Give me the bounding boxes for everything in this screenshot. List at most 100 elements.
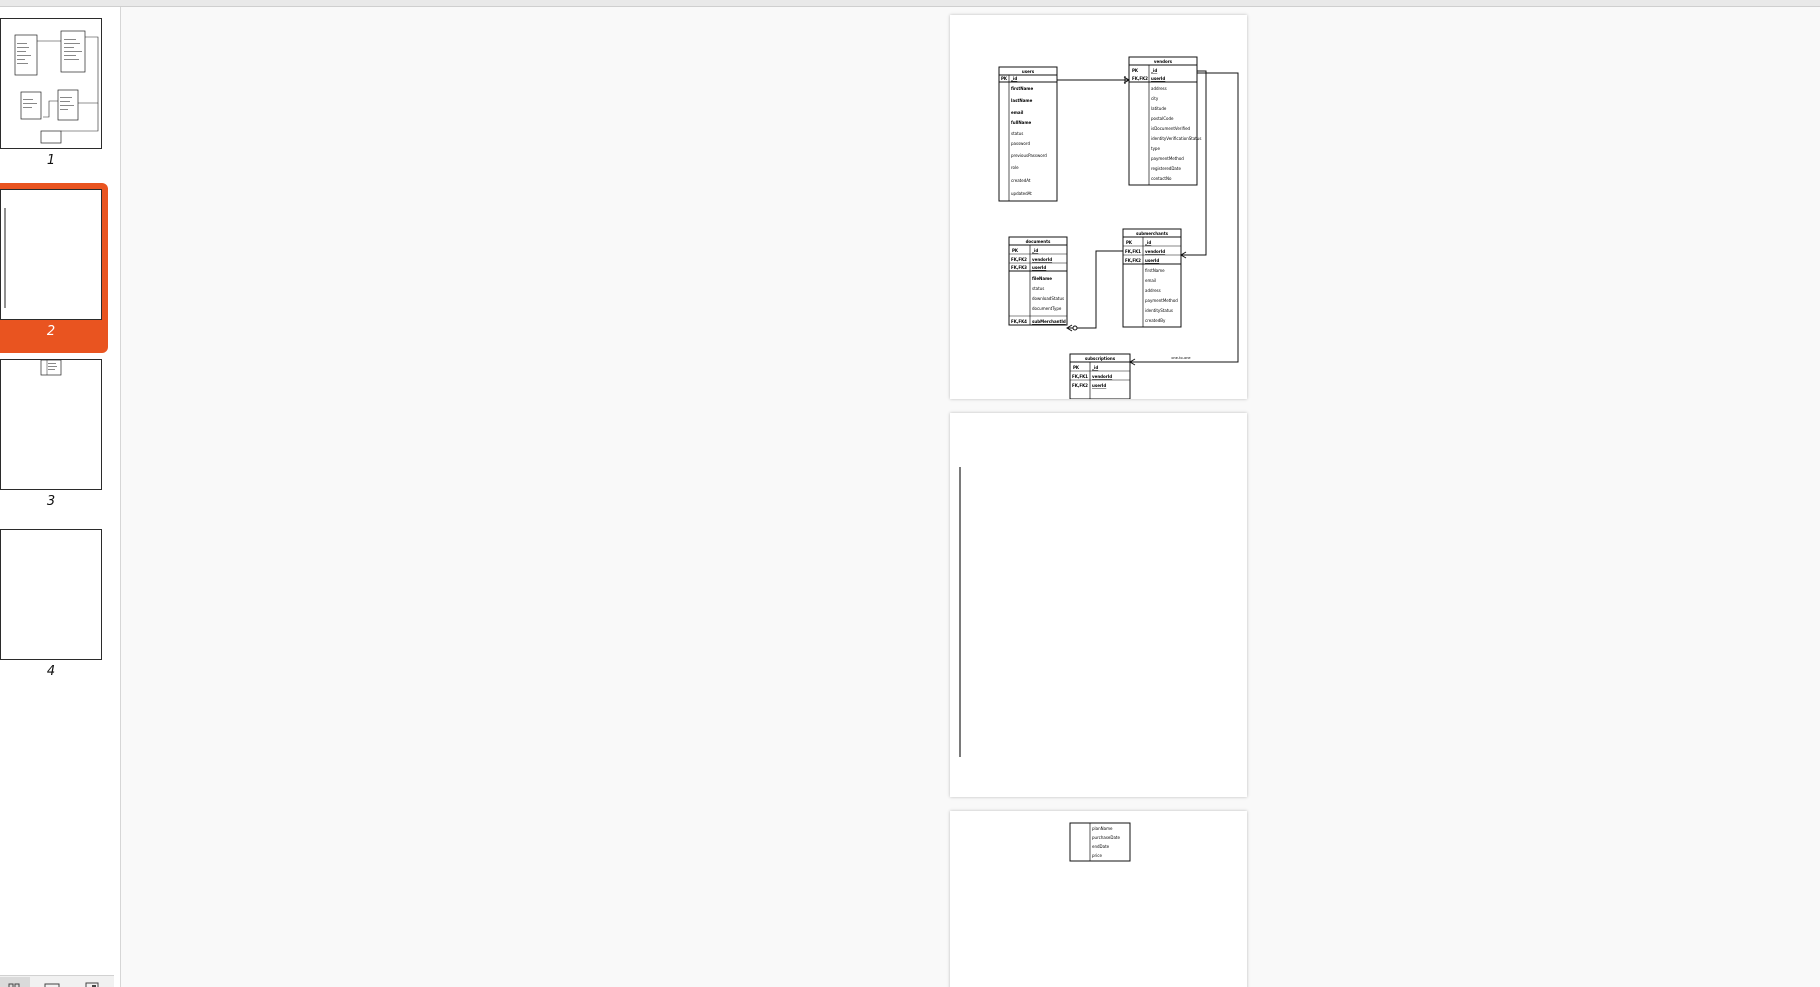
vendors-key-0: PK — [1132, 68, 1139, 73]
subscriptions-title: subscriptions — [1085, 356, 1116, 361]
submerchants-documents-optional-circle — [1072, 325, 1078, 331]
vendors-field-2: latitude — [1151, 106, 1167, 111]
users-title: users — [1022, 69, 1035, 74]
users-field-5: password — [1011, 141, 1030, 146]
documents-key-field-2: userId — [1032, 265, 1046, 270]
subscriptions-table-continued: planName purchaseDate endDate price — [1069, 822, 1131, 862]
users-field-2: email — [1011, 110, 1024, 115]
vendors-field-5: identityVerificationStatus — [1151, 136, 1201, 141]
thumbnail-2-preview — [4, 208, 6, 308]
documents-field-2: downloadStatus — [1032, 296, 1064, 301]
documents-field-3: documentType — [1032, 306, 1062, 311]
users-pk-field: _id — [1011, 76, 1017, 81]
documents-key-1: FK,FK2 — [1011, 257, 1027, 262]
submerchants-key-field-2: userId — [1145, 258, 1159, 263]
documents-table: documents PK _id FK,FK2 vendorId FK,FK3 … — [1008, 236, 1068, 326]
vendors-table: vendors PK _id FK,FK2 userId address cit… — [1128, 56, 1201, 186]
documents-key-field-1: vendorId — [1032, 257, 1052, 262]
title-bar-edge — [0, 0, 1820, 7]
vendors-field-4: isDocumentVerified — [1151, 126, 1191, 131]
vendors-field-7: paymentMethod — [1151, 156, 1184, 161]
users-field-8: createdAt — [1011, 178, 1031, 183]
grid-view-icon — [8, 983, 20, 987]
users-field-9: updatedAt — [1011, 191, 1032, 196]
subscriptions-field-2: endDate — [1092, 844, 1110, 849]
subscriptions-key-field-2: userId — [1092, 383, 1106, 388]
submerchants-field-2: address — [1145, 288, 1161, 293]
thumbnail-label-3: 3 — [46, 494, 56, 509]
documents-fk-field: subMerchantId — [1032, 319, 1066, 324]
vendors-key-1: FK,FK2 — [1132, 76, 1148, 81]
subscriptions-key-0: PK — [1073, 365, 1080, 370]
users-field-4: status — [1011, 131, 1023, 136]
thumbnail-1-diagram-preview — [14, 30, 99, 144]
subscriptions-field-1: purchaseDate — [1092, 835, 1120, 840]
vendors-field-3: postalCode — [1151, 116, 1174, 121]
fit-page-button[interactable] — [77, 977, 107, 987]
vendors-field-9: contactNo — [1151, 176, 1172, 181]
thumbnail-page-1[interactable] — [0, 18, 102, 149]
submerchants-key-field-0: _id — [1145, 240, 1151, 245]
submerchants-field-0: firstName — [1145, 268, 1165, 273]
page-viewer[interactable]: users PK _id firstName lastName email fu… — [121, 7, 1820, 987]
submerchants-documents-relation — [1067, 250, 1123, 329]
er-diagram: users PK _id firstName lastName email fu… — [998, 56, 1239, 400]
documents-title: documents — [1026, 239, 1051, 244]
page-3-content: planName purchaseDate endDate price — [1069, 822, 1131, 862]
thumbnail-label-4: 4 — [46, 664, 56, 679]
thumbnail-page-3[interactable] — [0, 359, 102, 490]
fit-page-icon — [85, 982, 99, 987]
users-field-1: lastName — [1011, 98, 1033, 103]
users-field-7: role — [1011, 165, 1019, 170]
users-table: users PK _id firstName lastName email fu… — [998, 66, 1058, 202]
subscriptions-table: subscriptions PK _id FK,FK1 vendorId FK,… — [1069, 353, 1131, 400]
thumbnail-label-1: 1 — [46, 153, 56, 168]
vendors-field-8: registeredDate — [1151, 166, 1181, 171]
vendors-key-field-1: userId — [1151, 76, 1165, 81]
documents-key-2: FK,FK3 — [1011, 265, 1027, 270]
documents-key-0: PK — [1012, 248, 1019, 253]
users-field-3: fullName — [1011, 120, 1032, 125]
grid-view-button[interactable] — [0, 977, 30, 987]
documents-field-1: status — [1032, 286, 1044, 291]
submerchants-field-3: paymentMethod — [1145, 298, 1178, 303]
documents-fk-key: FK,FK4 — [1011, 319, 1027, 324]
thumbnail-label-2: 2 — [46, 324, 56, 339]
submerchants-field-1: email — [1145, 278, 1156, 283]
users-field-0: firstName — [1011, 86, 1033, 91]
users-pk-label: PK — [1001, 76, 1008, 81]
users-field-6: previousPassword — [1011, 153, 1047, 158]
documents-key-field-0: _id — [1032, 248, 1038, 253]
vendors-title: vendors — [1154, 59, 1173, 64]
page-3: planName purchaseDate endDate price — [950, 811, 1247, 987]
page-1: users PK _id firstName lastName email fu… — [950, 15, 1247, 400]
subscriptions-key-1: FK,FK1 — [1072, 374, 1088, 379]
subscriptions-field-3: price — [1092, 853, 1102, 858]
document-viewer: 1 2 3 4 users PK _id firstName lastName … — [0, 0, 1820, 987]
subscriptions-key-field-1: vendorId — [1092, 374, 1112, 379]
vendors-field-6: type — [1151, 146, 1160, 151]
thumbnail-page-4[interactable] — [0, 529, 102, 660]
submerchants-key-field-1: vendorId — [1145, 249, 1165, 254]
subscriptions-key-field-0: _id — [1092, 365, 1098, 370]
submerchants-key-1: FK,FK1 — [1125, 249, 1141, 254]
relation-label: one-to-one — [1171, 356, 1190, 360]
submerchants-title: submerchants — [1136, 231, 1169, 236]
submerchants-table: submerchants PK _id FK,FK1 vendorId FK,F… — [1122, 228, 1182, 328]
submerchants-key-2: FK,FK2 — [1125, 258, 1141, 263]
subscriptions-key-2: FK,FK2 — [1072, 383, 1088, 388]
page-2 — [950, 413, 1247, 797]
single-page-icon — [44, 983, 60, 987]
submerchants-field-5: createdBy — [1145, 318, 1166, 323]
thumbnail-3-preview — [40, 359, 62, 376]
vendors-key-field-0: _id — [1151, 68, 1157, 73]
sidebar-toolbar — [0, 975, 114, 987]
subscriptions-field-0: planName — [1092, 826, 1113, 831]
single-page-button[interactable] — [37, 977, 67, 987]
page-2-content — [959, 467, 961, 757]
submerchants-field-4: identityStatus — [1145, 308, 1173, 313]
submerchants-key-0: PK — [1126, 240, 1133, 245]
thumbnail-page-2[interactable] — [0, 189, 102, 320]
vendors-field-0: address — [1151, 86, 1167, 91]
thumbnail-sidebar[interactable]: 1 2 3 4 — [0, 7, 121, 987]
